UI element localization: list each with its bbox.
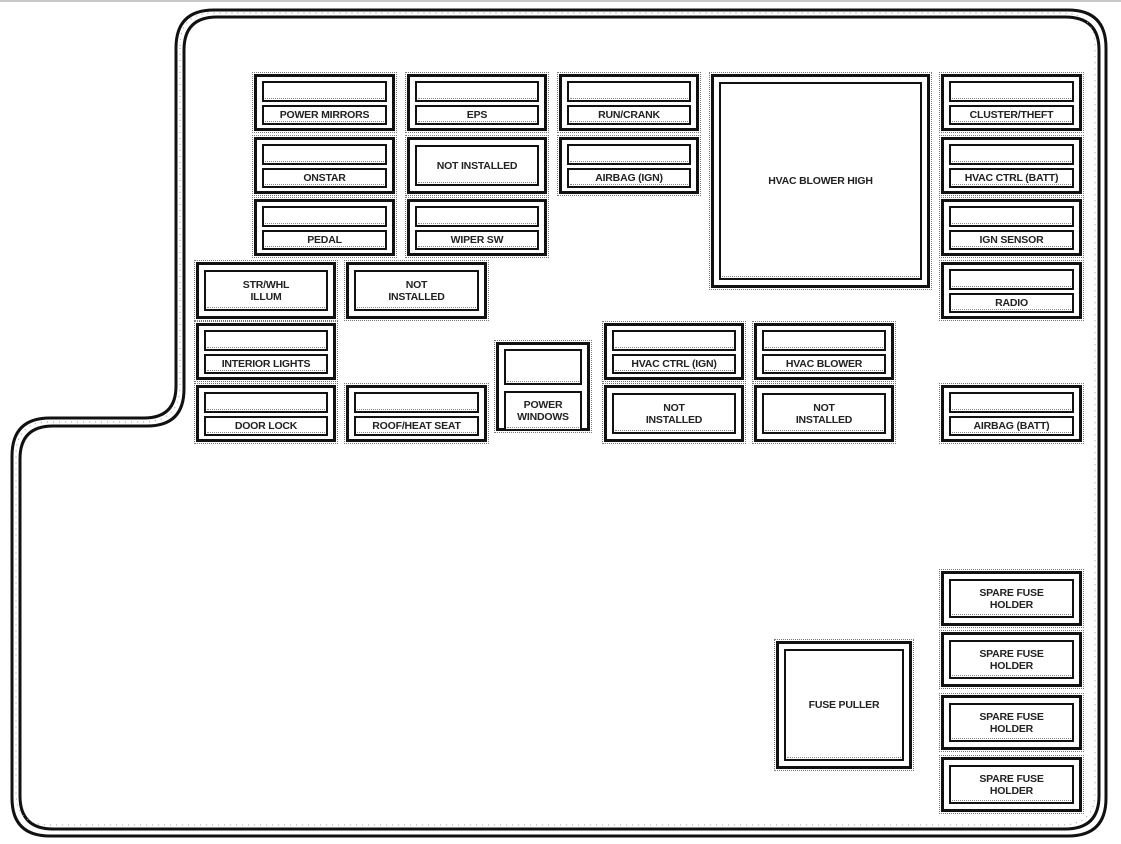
fuse-slot-spare-fuse-holder-1: SPARE FUSE HOLDER [939, 569, 1084, 628]
fuse-slot-ign-sensor: IGN SENSOR [939, 197, 1084, 258]
fuse-blade-slot [949, 392, 1074, 413]
fuse-label: WIPER SW [415, 229, 539, 250]
fuse-blade-slot [415, 81, 539, 102]
fuse-slot-interior-lights: INTERIOR LIGHTS [194, 321, 338, 382]
fuse-label: AIRBAG (IGN) [567, 167, 691, 188]
fuse-slot-not-installed-2: NOT INSTALLED [344, 260, 489, 321]
fuse-label: STR/WHL ILLUM [204, 270, 328, 311]
fuse-blade-slot [567, 144, 691, 165]
fuse-blade-slot [415, 206, 539, 227]
fuse-label: NOT INSTALLED [762, 393, 886, 434]
fuse-label: HVAC BLOWER HIGH [719, 82, 922, 280]
fuse-blade-slot [762, 330, 886, 351]
fuse-blade-slot [567, 81, 691, 102]
fuse-blade-slot [262, 206, 387, 227]
fuse-label: ONSTAR [262, 167, 387, 188]
fuse-blade-slot [949, 206, 1074, 227]
fuse-blade-slot [354, 392, 479, 413]
fuse-blade-slot [949, 269, 1074, 290]
fuse-label: IGN SENSOR [949, 229, 1074, 250]
fuse-label: HVAC CTRL (BATT) [949, 167, 1074, 188]
fuse-slot-not-installed-3: NOT INSTALLED [602, 383, 746, 444]
fuse-slot-hvac-ctrl-ign: HVAC CTRL (IGN) [602, 321, 746, 382]
fuse-slot-hvac-ctrl-batt: HVAC CTRL (BATT) [939, 135, 1084, 196]
fuse-label: NOT INSTALLED [612, 393, 736, 434]
fuse-slot-str-whl-illum: STR/WHL ILLUM [194, 260, 338, 321]
fuse-slot-pedal: PEDAL [252, 197, 397, 258]
fuse-label: SPARE FUSE HOLDER [949, 765, 1074, 804]
fuse-slot-fuse-puller: FUSE PULLER [774, 639, 914, 771]
fuse-label: EPS [415, 104, 539, 125]
fuse-slot-run-crank: RUN/CRANK [557, 72, 701, 133]
fuse-slot-eps: EPS [405, 72, 549, 133]
fuse-blade-slot [262, 81, 387, 102]
fuse-slot-not-installed-4: NOT INSTALLED [752, 383, 896, 444]
fuse-slot-radio: RADIO [939, 260, 1084, 321]
fuse-slot-cluster-theft: CLUSTER/THEFT [939, 72, 1084, 133]
fuse-slot-hvac-blower: HVAC BLOWER [752, 321, 896, 382]
fuse-label: FUSE PULLER [784, 649, 904, 761]
fuse-label: RADIO [949, 292, 1074, 313]
fuse-label: POWER WINDOWS [504, 390, 582, 431]
fuse-blade-slot [504, 349, 582, 385]
fuse-label: SPARE FUSE HOLDER [949, 703, 1074, 742]
fuse-slot-spare-fuse-holder-3: SPARE FUSE HOLDER [939, 693, 1084, 752]
fuse-label: DOOR LOCK [204, 415, 328, 436]
fuse-label: SPARE FUSE HOLDER [949, 640, 1074, 679]
fuse-label: AIRBAG (BATT) [949, 415, 1074, 436]
fuse-blade-slot [204, 392, 328, 413]
fuse-slot-onstar: ONSTAR [252, 135, 397, 196]
fuse-slot-power-windows: POWER WINDOWS [494, 340, 592, 433]
fuse-label: CLUSTER/THEFT [949, 104, 1074, 125]
fuse-label: NOT INSTALLED [354, 270, 479, 311]
fuse-blade-slot [949, 144, 1074, 165]
fuse-label: PEDAL [262, 229, 387, 250]
fuse-blade-slot [612, 330, 736, 351]
fuse-label: ROOF/HEAT SEAT [354, 415, 479, 436]
fuse-label: HVAC BLOWER [762, 353, 886, 374]
fuse-slot-spare-fuse-holder-4: SPARE FUSE HOLDER [939, 755, 1084, 814]
fuse-slot-hvac-blower-high: HVAC BLOWER HIGH [709, 72, 932, 290]
fuse-label: NOT INSTALLED [415, 145, 539, 186]
fuse-slot-spare-fuse-holder-2: SPARE FUSE HOLDER [939, 630, 1084, 689]
fuse-blade-slot [204, 330, 328, 351]
fuse-slot-wiper-sw: WIPER SW [405, 197, 549, 258]
fuse-slot-door-lock: DOOR LOCK [194, 383, 338, 444]
fuse-blade-slot [949, 81, 1074, 102]
fuse-slot-not-installed-1: NOT INSTALLED [405, 135, 549, 196]
fuse-slot-roof-heat-seat: ROOF/HEAT SEAT [344, 383, 489, 444]
fuse-label: POWER MIRRORS [262, 104, 387, 125]
fuse-label: SPARE FUSE HOLDER [949, 579, 1074, 618]
fuse-label: HVAC CTRL (IGN) [612, 353, 736, 374]
fuse-slot-airbag-ign: AIRBAG (IGN) [557, 135, 701, 196]
fuse-blade-slot [262, 144, 387, 165]
fuse-slot-airbag-batt: AIRBAG (BATT) [939, 383, 1084, 444]
fuse-label: INTERIOR LIGHTS [204, 353, 328, 374]
fuse-label: RUN/CRANK [567, 104, 691, 125]
fuse-slot-power-mirrors: POWER MIRRORS [252, 72, 397, 133]
